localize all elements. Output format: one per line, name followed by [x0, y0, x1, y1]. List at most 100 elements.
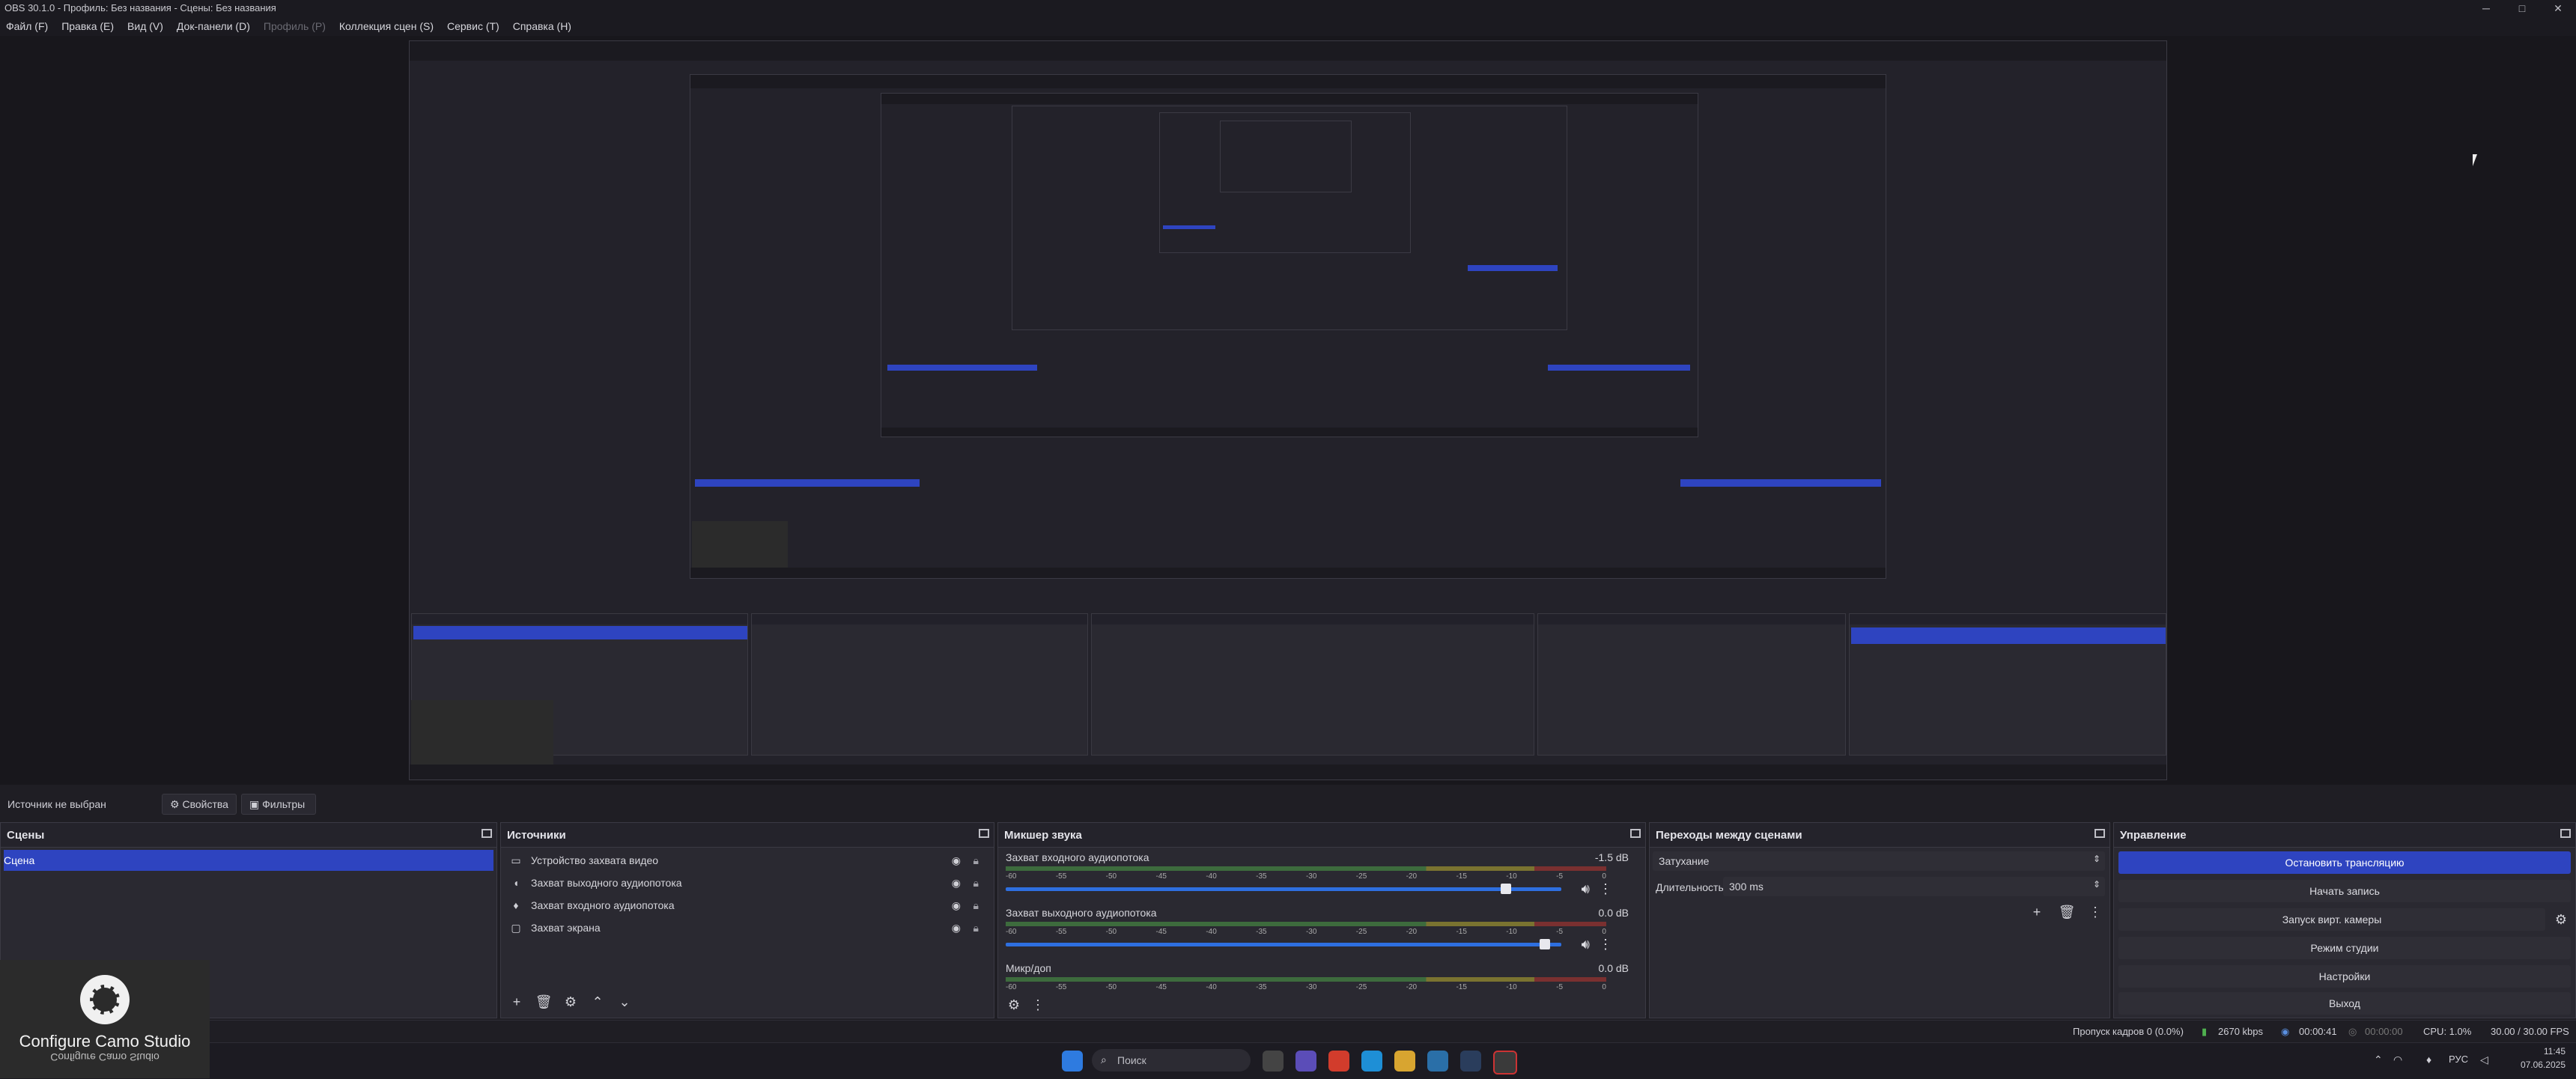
tick-label: -40 — [1206, 983, 1217, 991]
volume-slider[interactable] — [1006, 943, 1561, 946]
nested-screen-6 — [1220, 121, 1352, 192]
lock-icon[interactable]: 🔒︎ — [973, 872, 979, 893]
trash-icon[interactable]: 🗑︎ — [2057, 902, 2077, 922]
channel-db: 0.0 dB — [1598, 907, 1629, 919]
menu-file[interactable]: Файл (F) — [6, 20, 48, 32]
tick-label: -35 — [1256, 983, 1267, 991]
tick-label: -25 — [1355, 928, 1367, 936]
source-name: Захват экрана — [531, 922, 601, 934]
menu-docks[interactable]: Док-панели (D) — [177, 20, 250, 32]
speaker-icon[interactable]: 🔊︎ — [1582, 881, 1590, 897]
menu-view[interactable]: Вид (V) — [127, 20, 163, 32]
move-down-icon[interactable]: ⌄ — [615, 992, 634, 1012]
source-row[interactable]: ▢ Захват экрана ◉ 🔒︎ — [508, 917, 979, 938]
menu-dots-icon[interactable]: ⋮ — [1028, 995, 1048, 1015]
menu-tools[interactable]: Сервис (T) — [447, 20, 499, 32]
eye-icon[interactable]: ◉ — [952, 917, 961, 938]
edge-icon[interactable] — [1361, 1051, 1382, 1072]
tick-label: -55 — [1055, 928, 1067, 936]
clock-time[interactable]: 11:45 — [2521, 1046, 2566, 1057]
source-row[interactable]: ♦ Захват входного аудиопотока ◉ 🔒︎ — [508, 895, 979, 916]
language-indicator[interactable]: РУС — [2449, 1054, 2468, 1065]
steam-icon[interactable] — [1460, 1051, 1481, 1072]
lock-icon[interactable]: 🔒︎ — [973, 917, 979, 938]
menu-edit[interactable]: Правка (E) — [61, 20, 114, 32]
tick-label: -10 — [1506, 983, 1517, 991]
windows-start-icon[interactable] — [1062, 1051, 1083, 1072]
monitor-icon: ▢ — [511, 922, 521, 934]
camo-logo-icon — [80, 975, 130, 1024]
mic-icon[interactable]: ♦ — [2426, 1054, 2431, 1066]
tick-label: -20 — [1406, 983, 1418, 991]
menu-scene-collection[interactable]: Коллекция сцен (S) — [339, 20, 434, 32]
app-icon[interactable] — [1295, 1051, 1316, 1072]
undock-icon[interactable] — [482, 829, 492, 838]
move-up-icon[interactable]: ⌃ — [588, 992, 607, 1012]
add-icon[interactable]: + — [2027, 902, 2047, 922]
clock-date[interactable]: 07.06.2025 — [2506, 1060, 2566, 1070]
camo-studio-overlay[interactable]: Configure Camo Studio Configure Camo Stu… — [0, 960, 210, 1078]
menu-dots-icon[interactable]: ⋮ — [2086, 902, 2105, 922]
speaker-icon: ◖ — [512, 877, 520, 889]
sources-dock: Источники ▭ Устройство захвата видео ◉ 🔒… — [500, 822, 994, 1018]
source-row[interactable]: ◖ Захват выходного аудиопотока ◉ 🔒︎ — [508, 872, 979, 893]
settings-button[interactable]: Настройки — [2118, 965, 2571, 988]
eye-icon[interactable]: ◉ — [952, 895, 961, 916]
speaker-icon[interactable]: 🔊︎ — [1582, 937, 1590, 952]
volume-knob[interactable] — [1501, 884, 1511, 894]
transitions-dock: Переходы между сценами Затухание ⇕ Длите… — [1649, 822, 2110, 1018]
store-icon[interactable] — [1427, 1051, 1448, 1072]
properties-button[interactable]: ⚙ Свойства — [162, 794, 237, 815]
gear-icon[interactable]: ⚙ — [1004, 995, 1024, 1015]
trash-icon[interactable]: 🗑︎ — [534, 992, 553, 1012]
obs-icon[interactable] — [1493, 1051, 1517, 1075]
volume-slider[interactable] — [1006, 887, 1561, 891]
studio-mode-button[interactable]: Режим студии — [2118, 937, 2571, 959]
add-icon[interactable]: + — [507, 992, 526, 1012]
source-row[interactable]: ▭ Устройство захвата видео ◉ 🔒︎ — [508, 850, 979, 871]
properties-label: Свойства — [182, 798, 228, 810]
stop-stream-button[interactable]: Остановить трансляцию — [2118, 851, 2571, 874]
gear-icon[interactable]: ⚙ — [2551, 910, 2571, 929]
duration-spinbox[interactable]: 300 ms ⇕ — [1723, 877, 2105, 896]
eye-icon[interactable]: ◉ — [952, 872, 961, 893]
explorer-icon[interactable] — [1394, 1051, 1415, 1072]
undock-icon[interactable] — [979, 829, 989, 838]
tick-label: -15 — [1456, 928, 1467, 936]
preview-canvas[interactable] — [0, 36, 2576, 785]
taskbar-search[interactable]: ⌕ Поиск — [1092, 1049, 1251, 1072]
exit-button[interactable]: Выход — [2118, 992, 2571, 1015]
gear-icon[interactable]: ⚙ — [561, 992, 580, 1012]
undock-icon[interactable] — [2560, 829, 2571, 838]
duration-value: 300 ms — [1729, 881, 1764, 893]
undock-icon[interactable] — [2094, 829, 2105, 838]
tick-label: -15 — [1456, 872, 1467, 881]
lock-icon[interactable]: 🔒︎ — [973, 895, 979, 916]
close-button[interactable]: ✕ — [2543, 0, 2573, 16]
start-virtualcam-button[interactable]: Запуск вирт. камеры — [2118, 908, 2545, 931]
yandex-browser-icon[interactable] — [1328, 1051, 1349, 1072]
volume-icon[interactable]: ◁ — [2480, 1054, 2488, 1066]
channel-name: Захват выходного аудиопотока — [1006, 907, 1157, 919]
menu-dots-icon[interactable]: ⋮ — [1599, 937, 1612, 952]
filters-button[interactable]: ▣ Фильтры — [241, 794, 316, 815]
camo-title: Configure Camo Studio — [19, 1032, 191, 1051]
network-icon[interactable]: ◠ — [2393, 1054, 2402, 1066]
menu-dots-icon[interactable]: ⋮ — [1599, 881, 1612, 897]
channel-name: Захват входного аудиопотока — [1006, 851, 1149, 863]
gear-icon: ⚙ — [170, 798, 183, 810]
start-record-button[interactable]: Начать запись — [2118, 880, 2571, 902]
minimize-button[interactable]: ─ — [2471, 0, 2501, 16]
transition-select[interactable]: Затухание ⇕ — [1653, 851, 2105, 871]
lock-icon[interactable]: 🔒︎ — [973, 850, 979, 871]
menu-help[interactable]: Справка (H) — [513, 20, 571, 32]
volume-knob[interactable] — [1540, 939, 1550, 949]
eye-icon[interactable]: ◉ — [952, 850, 961, 871]
maximize-button[interactable]: □ — [2507, 0, 2537, 16]
taskview-icon[interactable] — [1263, 1051, 1284, 1072]
scene-item[interactable]: Сцена — [4, 850, 493, 871]
undock-icon[interactable] — [1630, 829, 1641, 838]
tray-chevron-icon[interactable]: ⌃ — [2374, 1054, 2383, 1066]
mixer-title: Микшер звука — [1004, 829, 1082, 842]
controls-dock: Управление Остановить трансляцию Начать … — [2113, 822, 2576, 1018]
